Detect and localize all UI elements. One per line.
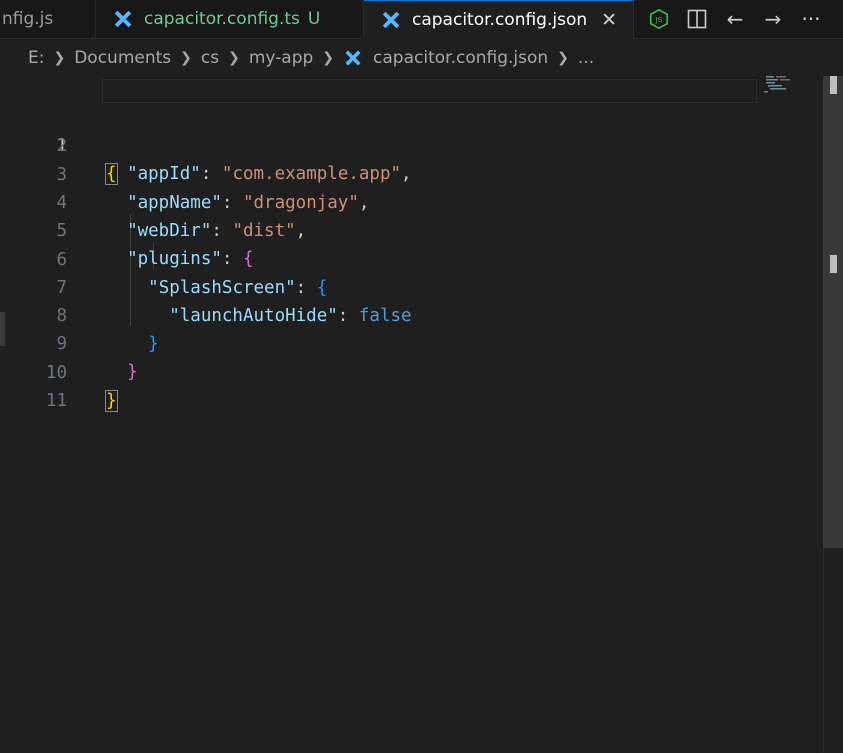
chevron-right-icon: ❯ <box>228 50 240 66</box>
editor-actions: JS ← → ··· <box>640 0 830 38</box>
chevron-right-icon: ❯ <box>322 50 335 66</box>
capacitor-icon <box>382 11 400 29</box>
chevron-right-icon: ❯ <box>557 50 569 66</box>
code-line: 4 "webDir": "dist", <box>0 161 760 241</box>
breadcrumb-symbols[interactable]: ... <box>578 48 594 68</box>
tab-label: capacitor.config.ts <box>144 9 300 29</box>
tab-label: capacitor.config.json <box>412 10 588 30</box>
breadcrumb-drive[interactable]: E: <box>28 48 44 68</box>
capacitor-icon <box>114 10 132 28</box>
code-line: 8 } <box>0 274 760 354</box>
tab-capacitor-config-ts[interactable]: capacitor.config.ts U <box>96 0 364 38</box>
breadcrumb: E: ❯ Documents ❯ cs ❯ my-app ❯ capacitor… <box>0 39 843 77</box>
breadcrumb-documents[interactable]: Documents <box>74 48 171 68</box>
code-editor[interactable]: 1 { 2 "appId": "com.example.app", 3 "app… <box>0 76 823 753</box>
code-line: 3 "appName": "dragonjay", <box>0 133 760 213</box>
svg-text:JS: JS <box>655 15 663 24</box>
line-number: 11 <box>45 391 67 411</box>
close-icon[interactable]: ✕ <box>601 9 617 31</box>
code-line: 10 } <box>0 331 760 412</box>
run-node-button[interactable]: JS <box>640 0 678 38</box>
untracked-badge: U <box>307 9 321 29</box>
tab-label: nfig.js <box>2 9 54 29</box>
split-editor-button[interactable] <box>678 0 716 38</box>
go-forward-button[interactable]: → <box>754 0 792 38</box>
tab-capacitor-config-json[interactable]: capacitor.config.json ✕ <box>364 0 634 39</box>
code-line: 5 "plugins": { <box>0 189 760 269</box>
go-back-button[interactable]: ← <box>716 0 754 38</box>
split-editor-icon <box>687 9 707 29</box>
code-line: 1 { <box>0 76 760 185</box>
minimap[interactable] <box>764 76 796 96</box>
overview-ruler-marker <box>830 255 837 273</box>
capacitor-icon <box>345 50 361 66</box>
breadcrumb-my-app[interactable]: my-app <box>249 48 313 68</box>
chevron-right-icon: ❯ <box>180 50 192 66</box>
more-actions-button[interactable]: ··· <box>792 0 830 38</box>
code-line: 2 "appId": "com.example.app", <box>0 104 760 184</box>
breadcrumb-cs[interactable]: cs <box>201 48 219 68</box>
overview-ruler-marker <box>830 76 837 94</box>
code-line: 9 } <box>0 302 760 382</box>
code-line: 11 <box>0 359 760 411</box>
brace-close: } <box>105 390 118 412</box>
nodejs-icon: JS <box>649 8 669 30</box>
tab-config-js[interactable]: nfig.js <box>0 0 96 38</box>
vertical-scrollbar-thumb[interactable] <box>823 76 843 548</box>
chevron-right-icon: ❯ <box>53 50 66 66</box>
current-line-highlight <box>102 79 757 103</box>
breadcrumb-file[interactable]: capacitor.config.json <box>373 48 548 68</box>
editor-tab-bar: nfig.js capacitor.config.ts U capacitor.… <box>0 0 843 39</box>
code-line: 6 "SplashScreen": { <box>0 218 760 298</box>
code-line: 7 "launchAutoHide": false <box>0 246 760 326</box>
